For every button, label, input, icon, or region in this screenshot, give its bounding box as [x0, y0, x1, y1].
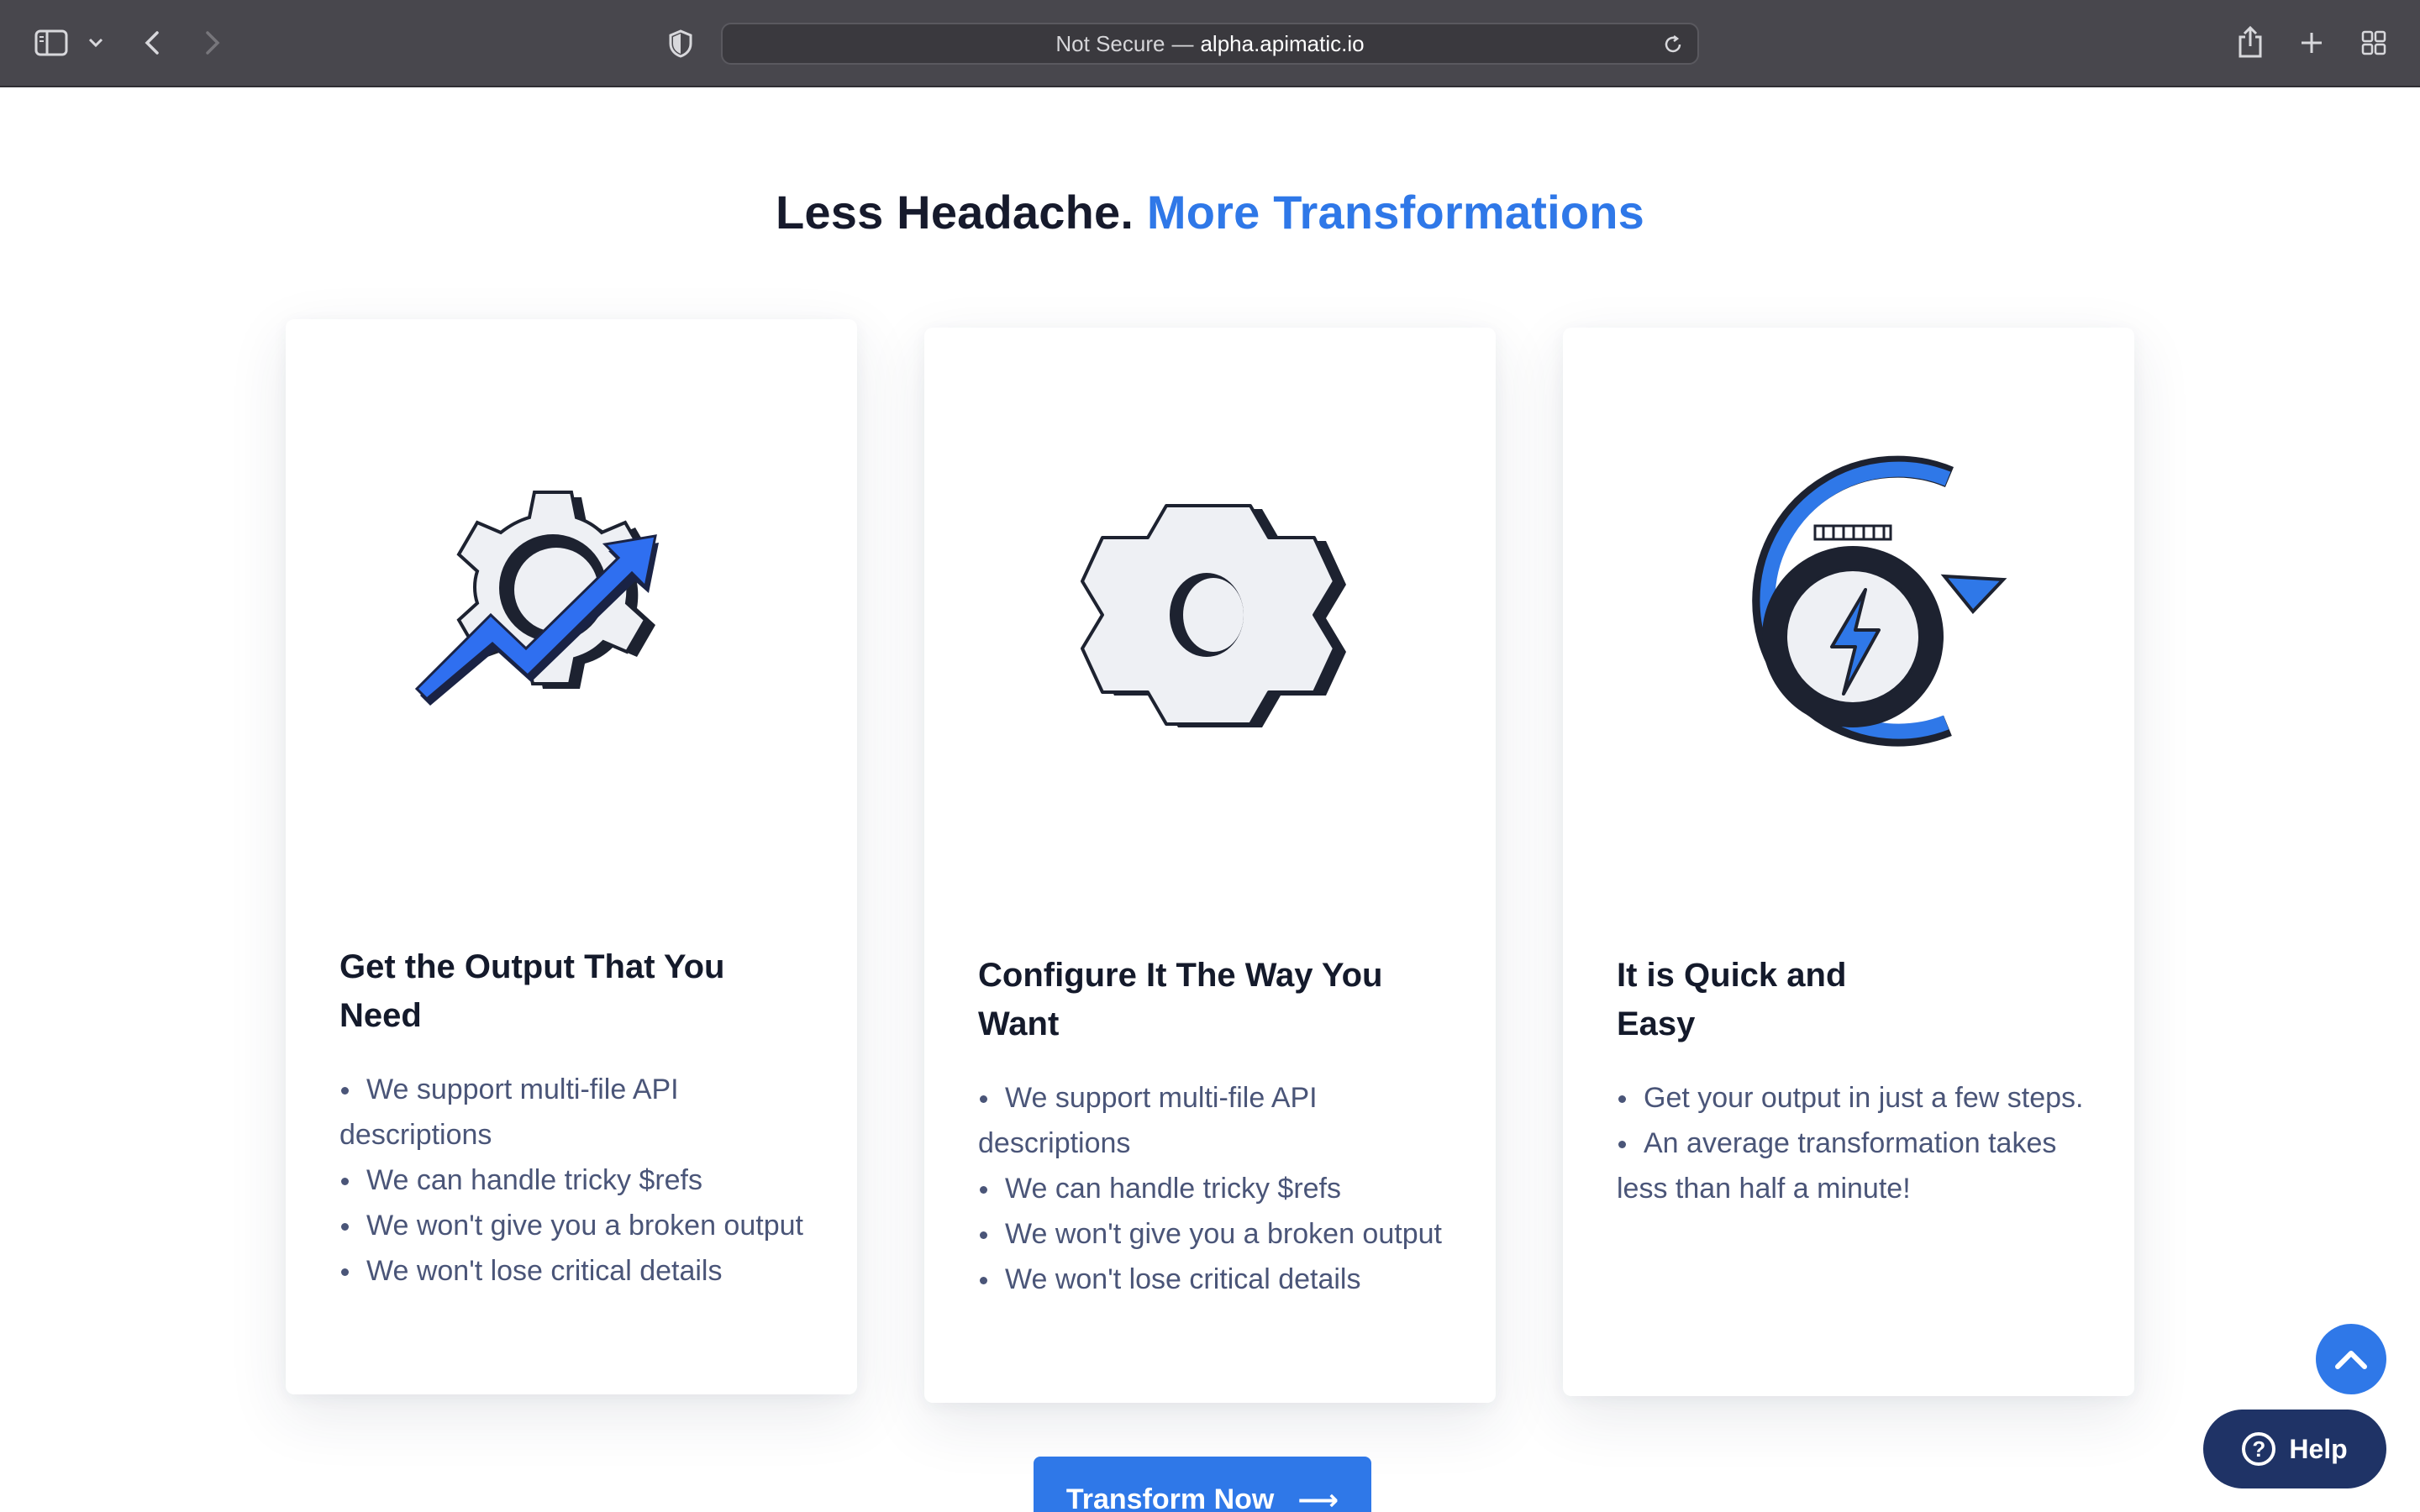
feature-card-output: Get the Output That You Need We support … — [286, 319, 857, 1394]
sidebar-toggle-icon[interactable] — [34, 29, 69, 57]
headline-accent: More Transformations — [1146, 186, 1644, 239]
question-icon: ? — [2242, 1432, 2276, 1466]
list-item: An average transformation takes less tha… — [1617, 1121, 2087, 1211]
gear-growth-arrow-icon — [286, 319, 857, 756]
feature-list: We support multi-file API descriptions W… — [339, 1067, 810, 1294]
card-title: Configure It The Way You Want — [978, 957, 1383, 1042]
arrow-right-icon: ⟶ — [1297, 1484, 1339, 1512]
gear-icon — [924, 328, 1496, 764]
back-icon[interactable] — [139, 27, 165, 59]
forward-icon[interactable] — [200, 27, 225, 59]
feature-list: We support multi-file API descriptions W… — [978, 1075, 1449, 1302]
list-item: We won't give you a broken output — [978, 1211, 1449, 1257]
url-separator: — — [1171, 30, 1194, 56]
fast-refresh-icon — [1563, 328, 2134, 764]
list-item: We can handle tricky $refs — [339, 1158, 810, 1203]
list-item: We won't lose critical details — [978, 1257, 1449, 1302]
chevron-down-icon[interactable] — [86, 34, 106, 52]
new-tab-icon[interactable] — [2297, 29, 2326, 57]
share-icon[interactable] — [2235, 24, 2265, 60]
reload-icon[interactable] — [1662, 34, 1684, 55]
list-item: We won't lose critical details — [339, 1248, 810, 1294]
help-label: Help — [2289, 1433, 2348, 1464]
list-item: We support multi-file API descriptions — [978, 1075, 1449, 1166]
card-title: It is Quick and Easy — [1617, 957, 1847, 1042]
headline-main: Less Headache. — [775, 186, 1134, 239]
feature-card-quick: It is Quick and Easy Get your output in … — [1563, 328, 2134, 1396]
list-item: We can handle tricky $refs — [978, 1166, 1449, 1211]
section-headline: Less Headache. More Transformations — [0, 185, 2420, 239]
transform-now-button[interactable]: Transform Now ⟶ — [1034, 1457, 1371, 1512]
browser-toolbar: Not Secure — alpha.apimatic.io — [0, 0, 2420, 87]
list-item: Get your output in just a few steps. — [1617, 1075, 2087, 1121]
shield-icon[interactable] — [666, 29, 696, 59]
feature-list: Get your output in just a few steps. An … — [1617, 1075, 2087, 1211]
tab-overview-icon[interactable] — [2360, 29, 2388, 57]
list-item: We won't give you a broken output — [339, 1203, 810, 1248]
transform-now-label: Transform Now — [1065, 1483, 1275, 1512]
help-button[interactable]: ? Help — [2203, 1410, 2386, 1488]
card-title: Get the Output That You Need — [339, 948, 725, 1034]
security-status: Not Secure — [1055, 30, 1165, 56]
chevron-up-icon — [2335, 1351, 2367, 1369]
scroll-to-top-button[interactable] — [2316, 1324, 2386, 1394]
url-host: alpha.apimatic.io — [1200, 30, 1365, 56]
feature-card-configure: Configure It The Way You Want We support… — [924, 328, 1496, 1403]
list-item: We support multi-file API descriptions — [339, 1067, 810, 1158]
address-bar[interactable]: Not Secure — alpha.apimatic.io — [721, 23, 1699, 65]
